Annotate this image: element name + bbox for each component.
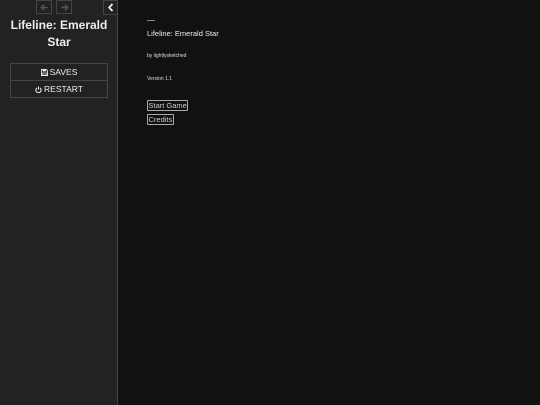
saves-label: SAVES xyxy=(49,67,78,77)
credits-link[interactable]: Credits xyxy=(147,114,174,125)
floppy-disk-icon xyxy=(40,68,48,76)
restart-button[interactable]: RESTART xyxy=(11,80,107,97)
version-text: Version 1.1 xyxy=(147,76,173,82)
history-forward-button[interactable] xyxy=(56,0,72,14)
sidebar-toggle-button[interactable] xyxy=(103,0,117,15)
power-icon xyxy=(35,86,42,93)
story-app: Lifeline: Emerald Star SAVES RESTART Lif… xyxy=(0,0,540,405)
story-title: Lifeline: Emerald Star xyxy=(10,18,108,49)
story-menu: SAVES RESTART xyxy=(10,63,108,98)
saves-button[interactable]: SAVES xyxy=(11,64,107,80)
author-byline: by lightlysketched xyxy=(147,53,187,59)
chevron-left-icon xyxy=(107,0,115,17)
ui-sidebar: Lifeline: Emerald Star SAVES RESTART xyxy=(0,0,118,405)
divider-line xyxy=(147,20,155,21)
arrow-right-icon xyxy=(60,3,69,12)
history-controls xyxy=(36,0,72,15)
start-game-link[interactable]: Start Game xyxy=(147,100,189,111)
history-backward-button[interactable] xyxy=(36,0,52,14)
passage-title: Lifeline: Emerald Star xyxy=(147,29,219,38)
restart-label: RESTART xyxy=(44,84,83,94)
arrow-left-icon xyxy=(39,3,49,12)
